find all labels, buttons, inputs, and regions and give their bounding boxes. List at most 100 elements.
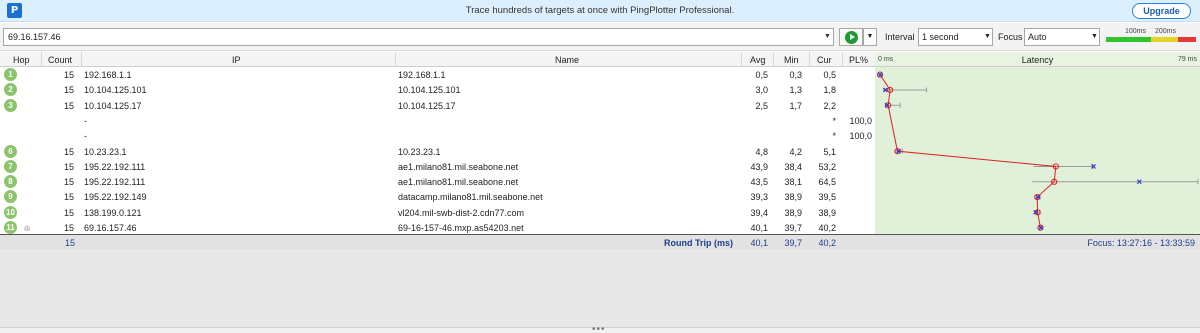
hop-ip: 10.104.125.101	[84, 85, 147, 96]
hop-ip: 138.199.0.121	[84, 207, 142, 218]
latency-graph-area[interactable]	[875, 67, 1200, 234]
hop-avg: 2,5	[755, 100, 768, 111]
hop-name: datacamp.milano81.mil.seabone.net	[398, 192, 543, 203]
hop-count: 15	[63, 161, 74, 172]
latency-column-header[interactable]: 0 ms Latency 79 ms	[875, 52, 1200, 67]
hop-name: ae1.milano81.mil.seabone.net	[398, 161, 519, 172]
column-hop[interactable]: Hop	[13, 55, 30, 65]
table-row[interactable]: - * 100,0	[0, 113, 875, 128]
column-count[interactable]: Count	[48, 55, 72, 65]
column-min[interactable]: Min	[784, 55, 799, 65]
hop-ip: 195.22.192.149	[84, 192, 147, 203]
hop-ip: -	[84, 115, 87, 126]
target-dropdown-icon[interactable]: ▼	[824, 28, 831, 46]
hop-cur: 53,2	[818, 161, 836, 172]
hop-ip: 195.22.192.111	[84, 161, 146, 172]
summary-min: 39,7	[784, 238, 802, 248]
hop-avg: 4,8	[755, 146, 768, 157]
scale-label-200: 200ms	[1155, 28, 1177, 35]
hop-cur: 64,5	[818, 177, 836, 188]
summary-label: Round Trip (ms)	[664, 238, 733, 248]
hop-ip: 10.104.125.17	[84, 100, 142, 111]
hop-min: 1,7	[789, 100, 802, 111]
hop-count: 15	[63, 100, 74, 111]
hop-cur: 2,2	[823, 100, 836, 111]
hop-number-badge: 6	[4, 144, 17, 158]
hop-avg: 0,5	[755, 70, 768, 80]
play-triangle-icon	[850, 34, 855, 40]
scale-label-100: 100ms	[1125, 28, 1147, 35]
hop-number-badge: 11	[4, 221, 17, 234]
pane-splitter[interactable]: •••	[0, 324, 1200, 333]
trace-toolbar: 69.16.157.46 ▼ ▼ Interval 1 second ▼ Foc…	[0, 23, 1200, 51]
focus-dropdown-icon[interactable]: ▼	[1091, 28, 1098, 46]
round-trip-summary: 15 Round Trip (ms) 40,1 39,7 40,2 Focus:…	[0, 234, 1200, 249]
hop-min: 1,3	[789, 85, 802, 96]
table-row[interactable]: 11 ılı 15 69.16.157.46 69-16-157-46.mxp.as54…	[0, 220, 875, 235]
hop-number-badge: 8	[4, 175, 17, 189]
timeline-pane[interactable]	[0, 249, 1200, 327]
hop-cur: 38,9	[818, 207, 836, 218]
hop-count: 15	[63, 223, 74, 233]
splitter-grip-icon[interactable]: •••	[592, 324, 606, 333]
summary-avg: 40,1	[750, 238, 768, 248]
hop-name: 192.168.1.1	[398, 70, 446, 80]
column-pl[interactable]: PL%	[849, 55, 868, 65]
hop-name: 10.23.23.1	[398, 146, 441, 157]
start-trace-button[interactable]	[839, 28, 863, 46]
hop-cur: 5,1	[823, 146, 836, 157]
hop-avg: 3,0	[755, 85, 768, 96]
column-cur[interactable]: Cur	[817, 55, 832, 65]
hop-number-badge: 1	[4, 68, 17, 81]
hop-cur: 1,8	[823, 85, 836, 96]
bar-chart-icon[interactable]: ılı	[24, 224, 30, 233]
upgrade-button[interactable]: Upgrade	[1132, 3, 1191, 19]
hop-count: 15	[63, 207, 74, 218]
hop-avg: 40,1	[750, 223, 768, 233]
hop-ip: 69.16.157.46	[84, 223, 137, 233]
hop-count: 15	[63, 146, 74, 157]
focus-label: Focus	[998, 32, 1023, 42]
focus-select[interactable]: Auto	[1024, 28, 1100, 46]
table-row[interactable]: 10 15 138.199.0.121 vl204.mil-swb-dist-2.cd…	[0, 205, 875, 220]
hop-cur: 40,2	[818, 223, 836, 233]
hop-ip: 192.168.1.1	[84, 70, 132, 80]
hop-ip: 10.23.23.1	[84, 146, 127, 157]
target-input[interactable]: 69.16.157.46	[3, 28, 834, 46]
hop-cur: *	[832, 115, 836, 126]
table-row[interactable]: 3 15 10.104.125.17 10.104.125.17 2,5 1,7 2,2	[0, 98, 875, 113]
hop-name: 10.104.125.17	[398, 100, 456, 111]
scale-good-segment	[1106, 37, 1151, 42]
hop-count: 15	[63, 70, 74, 80]
table-row[interactable]: 9 15 195.22.192.149 datacamp.milano81.mil.s…	[0, 189, 875, 204]
hop-cur: 39,5	[818, 192, 836, 203]
hop-avg: 43,5	[750, 177, 768, 188]
hop-min: 39,7	[784, 223, 802, 233]
hop-number-badge: 10	[4, 205, 17, 219]
table-row[interactable]: 7 15 195.22.192.111 ae1.milano81.mil.seabon…	[0, 159, 875, 174]
table-row[interactable]: 1 15 192.168.1.1 192.168.1.1 0,5 0,3 0,5	[0, 67, 875, 82]
column-avg[interactable]: Avg	[750, 55, 765, 65]
interval-select[interactable]: 1 second	[918, 28, 993, 46]
table-row[interactable]: 8 15 195.22.192.111 ae1.milano81.mil.seabon…	[0, 174, 875, 189]
table-row[interactable]: 2 15 10.104.125.101 10.104.125.101 3,0 1,3 1,8	[0, 82, 875, 97]
hop-min: 38,4	[784, 161, 802, 172]
start-options-dropdown[interactable]: ▼	[863, 28, 877, 46]
hop-count: 15	[63, 85, 74, 96]
hop-min: 38,9	[784, 207, 802, 218]
hop-packet-loss: 100,0	[849, 115, 872, 126]
hop-number-badge: 9	[4, 190, 17, 204]
table-row[interactable]: 6 15 10.23.23.1 10.23.23.1 4,8 4,2 5,1	[0, 144, 875, 159]
hop-name: 10.104.125.101	[398, 85, 461, 96]
hop-ip: 195.22.192.111	[84, 177, 146, 188]
hop-min: 4,2	[789, 146, 802, 157]
hop-ip: -	[84, 131, 87, 142]
hop-min: 38,9	[784, 192, 802, 203]
table-row[interactable]: - * 100,0	[0, 128, 875, 143]
interval-dropdown-icon[interactable]: ▼	[984, 28, 991, 46]
column-ip[interactable]: IP	[232, 55, 241, 65]
column-name[interactable]: Name	[555, 55, 579, 65]
hop-avg: 39,3	[750, 192, 768, 203]
interval-label: Interval	[885, 32, 915, 42]
hop-packet-loss: 100,0	[849, 131, 872, 142]
